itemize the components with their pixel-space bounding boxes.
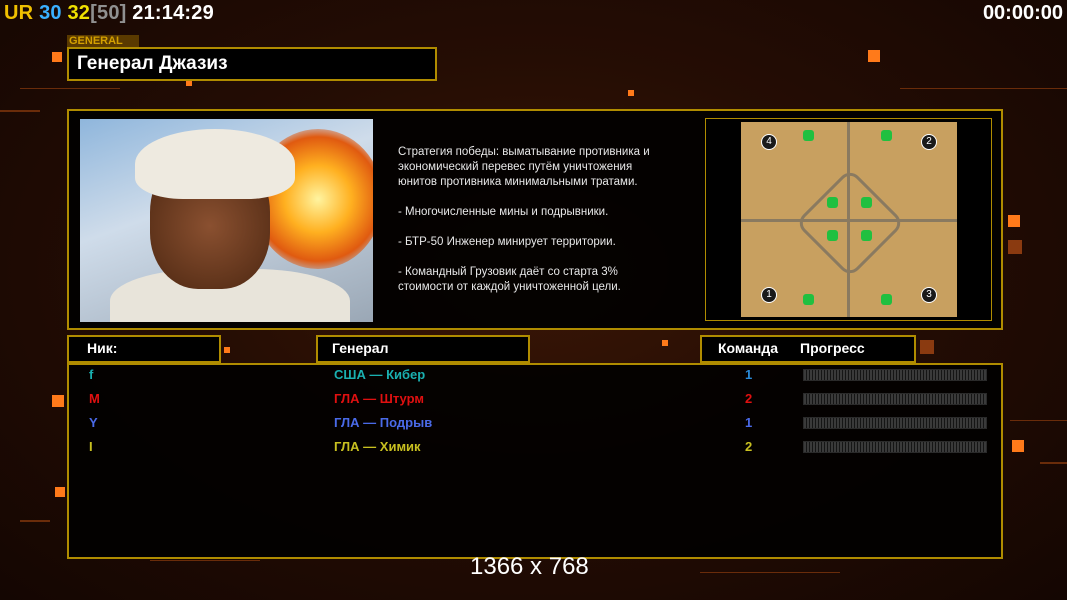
decor-line [20, 520, 50, 522]
player-general: США — Кибер [334, 367, 426, 382]
hud-fps: UR 30 32[50] 21:14:29 [4, 2, 214, 25]
player-team: 2 [745, 391, 753, 406]
player-team: 1 [745, 367, 753, 382]
player-nick: Y [89, 415, 98, 430]
map-preview-frame: 4 2 1 3 [705, 118, 992, 321]
decor-square [224, 347, 230, 353]
start-position-3: 3 [921, 287, 937, 303]
start-position-4: 4 [761, 134, 777, 150]
map-tree [881, 130, 892, 141]
player-general: ГЛА — Штурм [334, 391, 424, 406]
map-tree [861, 197, 872, 208]
start-position-2: 2 [921, 134, 937, 150]
general-tag: GENERAL [67, 35, 139, 47]
decor-square [52, 395, 64, 407]
decor-line [1040, 462, 1067, 464]
player-nick: f [89, 367, 94, 382]
map-tree [803, 294, 814, 305]
player-progress-bar [803, 417, 987, 429]
general-portrait [80, 119, 373, 322]
decor-line [0, 110, 40, 112]
player-progress-bar [803, 393, 987, 405]
general-title-box: Генерал Джазиз [67, 47, 437, 81]
player-general: ГЛА — Подрыв [334, 415, 433, 430]
description-point-2: - БТР-50 Инженер минирует территории. [398, 236, 616, 248]
map-tree [803, 130, 814, 141]
start-position-1: 1 [761, 287, 777, 303]
general-header: Генерал [332, 340, 389, 356]
players-table: f США — Кибер 1 M ГЛА — Штурм 2 Y ГЛА — Подрыв 1… [67, 363, 1003, 559]
description-strategy: Стратегия победы: выматывание противника… [398, 146, 650, 188]
decor-line [900, 88, 1067, 89]
decor-square [55, 487, 65, 497]
clock: 21:14:29 [132, 2, 214, 24]
player-row: M ГЛА — Штурм 2 [69, 389, 1001, 411]
nick-header-box: Ник: [67, 335, 221, 363]
nick-header: Ник: [87, 340, 118, 356]
resolution-label: 1366 x 768 [470, 553, 589, 580]
decor-square [628, 90, 634, 96]
fps-limit: [50] [90, 2, 127, 24]
decor-line [20, 88, 120, 89]
map-center-ring [794, 167, 906, 279]
fps-value-2: 32 [67, 2, 91, 24]
map-preview: 4 2 1 3 [741, 122, 957, 317]
decor-square [1012, 440, 1024, 452]
player-row: f США — Кибер 1 [69, 365, 1001, 387]
player-nick: I [89, 439, 93, 454]
general-title: Генерал Джазиз [77, 53, 228, 74]
decor-square [52, 52, 62, 62]
progress-header: Прогресс [800, 340, 865, 356]
player-team: 1 [745, 415, 753, 430]
player-row: Y ГЛА — Подрыв 1 [69, 413, 1001, 435]
team-progress-header-box: Команда Прогресс [700, 335, 916, 363]
team-header: Команда [718, 340, 778, 356]
ur-label: UR [4, 2, 34, 24]
general-info-panel: Стратегия победы: выматывание противника… [67, 109, 1003, 330]
player-progress-bar [803, 369, 987, 381]
fps-value-1: 30 [39, 2, 62, 24]
player-row: I ГЛА — Химик 2 [69, 437, 1001, 459]
general-header-box: Генерал [316, 335, 530, 363]
player-general: ГЛА — Химик [334, 439, 421, 454]
decor-line [1010, 420, 1067, 421]
decor-line [150, 560, 260, 561]
map-tree [827, 197, 838, 208]
player-progress-bar [803, 441, 987, 453]
decor-line [700, 572, 840, 573]
decor-square [920, 340, 934, 354]
general-description: Стратегия победы: выматывание противника… [398, 145, 698, 310]
map-tree [827, 230, 838, 241]
player-nick: M [89, 391, 100, 406]
map-tree [881, 294, 892, 305]
decor-square [1008, 215, 1020, 227]
decor-square [662, 340, 668, 346]
decor-square [868, 50, 880, 62]
player-team: 2 [745, 439, 753, 454]
game-timer: 00:00:00 [982, 2, 1063, 24]
description-point-3: - Командный Грузовик даёт со старта 3% с… [398, 266, 621, 293]
decor-square [1008, 240, 1022, 254]
map-tree [861, 230, 872, 241]
description-point-1: - Многочисленные мины и подрывники. [398, 206, 609, 218]
portrait-turban [135, 129, 295, 199]
